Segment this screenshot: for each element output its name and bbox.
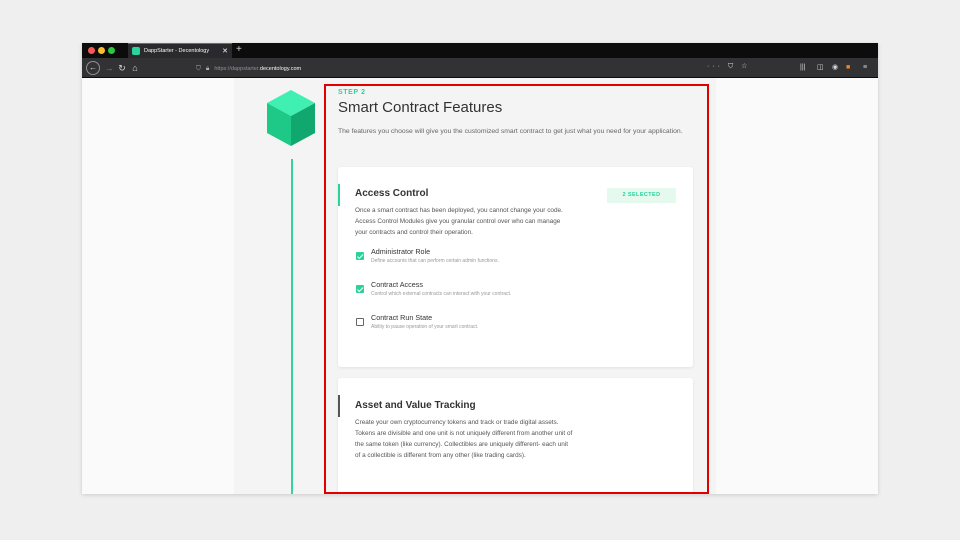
asset-value-tracking-card[interactable]: Asset and Value Tracking Create your own… xyxy=(338,378,693,494)
page-actions[interactable]: ··· ⛉ ☆ xyxy=(707,62,750,71)
checkbox-unchecked-icon[interactable] xyxy=(356,318,364,326)
close-window-button[interactable] xyxy=(88,47,95,54)
selected-count-badge: 2 SELECTED xyxy=(607,188,676,203)
tab-close-icon[interactable]: ✕ xyxy=(222,48,228,55)
maximize-window-button[interactable] xyxy=(108,47,115,54)
tab-title: DappStarter - Decentology xyxy=(144,48,210,54)
tab-bar: DappStarter - Decentology ✕ + xyxy=(82,43,878,58)
page-content: STEP 2 Smart Contract Features The featu… xyxy=(82,78,878,494)
home-button[interactable]: ⌂ xyxy=(128,61,142,75)
library-icon[interactable]: ||| xyxy=(800,63,805,73)
metamask-extension-icon[interactable]: ■ xyxy=(846,63,850,73)
card-title: Access Control xyxy=(355,188,429,199)
card-title: Asset and Value Tracking xyxy=(355,400,476,411)
checkbox-checked-icon[interactable] xyxy=(356,285,364,293)
url-bar[interactable]: ⛉ 🔒︎ https://dappstarter.decentology.com xyxy=(196,62,748,75)
card-description: Once a smart contract has been deployed,… xyxy=(355,207,563,236)
account-icon[interactable]: ◉ xyxy=(832,63,838,73)
step-timeline xyxy=(291,159,293,494)
url-prefix: https://dappstarter. xyxy=(214,65,260,72)
option-description: Control which external contracts can int… xyxy=(371,291,512,297)
favicon-icon xyxy=(132,47,140,55)
cube-logo-icon xyxy=(267,90,315,146)
url-text[interactable]: https://dappstarter.decentology.com xyxy=(214,66,301,72)
option-description: Ability to pause operation of your smart… xyxy=(371,324,479,330)
card-accent-bar xyxy=(338,184,340,206)
page-title: Smart Contract Features xyxy=(338,99,503,116)
minimize-window-button[interactable] xyxy=(98,47,105,54)
option-label: Contract Run State xyxy=(371,313,433,322)
reload-button[interactable]: ↻ xyxy=(115,61,129,75)
access-control-card: Access Control 2 SELECTED Once a smart c… xyxy=(338,167,693,367)
option-label: Contract Access xyxy=(371,280,423,289)
forward-button[interactable]: → xyxy=(102,61,116,75)
option-label: Administrator Role xyxy=(371,247,431,256)
browser-tab[interactable]: DappStarter - Decentology ✕ xyxy=(128,43,232,58)
shield-icon[interactable]: ⛉ xyxy=(196,65,201,73)
step-label: STEP 2 xyxy=(338,89,366,96)
nav-bar: ← → ↻ ⌂ ⛉ 🔒︎ https://dappstarter.decento… xyxy=(82,58,878,78)
url-domain: decentology.com xyxy=(259,65,302,72)
new-tab-button[interactable]: + xyxy=(236,44,242,56)
browser-window: DappStarter - Decentology ✕ + ← → ↻ ⌂ ⛉ … xyxy=(82,43,878,494)
lock-icon[interactable]: 🔒︎ xyxy=(206,65,209,73)
sidebar-icon[interactable]: ◫ xyxy=(817,63,824,73)
card-description: Create your own cryptocurrency tokens an… xyxy=(355,419,573,459)
back-button[interactable]: ← xyxy=(86,61,100,75)
card-accent-bar xyxy=(338,395,340,417)
menu-icon[interactable]: ≡ xyxy=(863,63,867,73)
page-description: The features you choose will give you th… xyxy=(338,128,683,135)
checkbox-checked-icon[interactable] xyxy=(356,252,364,260)
option-description: Define accounts that can perform certain… xyxy=(371,258,499,264)
